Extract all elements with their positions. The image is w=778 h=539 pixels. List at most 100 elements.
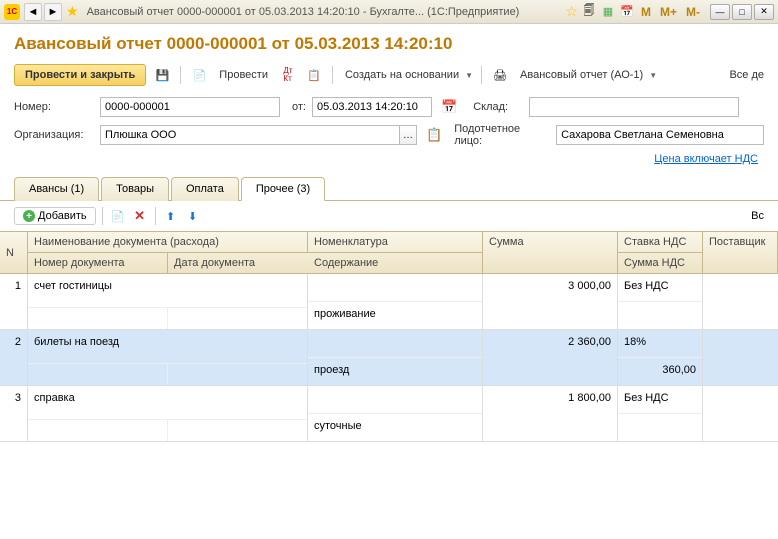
tab-advances[interactable]: Авансы (1): [14, 177, 99, 201]
cell-doc-date[interactable]: [168, 364, 308, 385]
grid-header: N Наименование документа (расхода) Номер…: [0, 232, 778, 274]
m-minus-button[interactable]: M-: [683, 5, 703, 19]
app-icon: 1C: [4, 4, 20, 20]
col-n[interactable]: N: [0, 232, 28, 274]
date-label: от:: [286, 101, 306, 113]
col-supplier[interactable]: Поставщик: [703, 232, 778, 274]
titlebar: 1C ◄ ► ★ Авансовый отчет 0000-000001 от …: [0, 0, 778, 24]
form-row-2: Организация: … 📋 Подотчетное лицо:: [0, 120, 778, 150]
number-input[interactable]: [100, 97, 280, 117]
col-vat-sum[interactable]: Сумма НДС: [618, 253, 702, 274]
cell-vat-rate[interactable]: Без НДС: [618, 386, 702, 414]
cell-vat-rate[interactable]: Без НДС: [618, 274, 702, 302]
copy-row-icon[interactable]: 📄: [109, 207, 127, 225]
save-icon[interactable]: 💾: [152, 65, 172, 85]
tab-other[interactable]: Прочее (3): [241, 177, 325, 201]
table-row[interactable]: 2 билеты на поезд проезд 2 360,00 18% 36…: [0, 330, 778, 386]
form-row-3: Цена включает НДС: [0, 150, 778, 168]
cell-doc-num[interactable]: [28, 364, 168, 385]
cell-vat-sum[interactable]: 360,00: [618, 358, 702, 385]
cell-vat-sum[interactable]: [618, 302, 702, 329]
cell-content[interactable]: суточные: [308, 414, 482, 441]
cell-doc-name[interactable]: билеты на поезд: [28, 330, 307, 364]
tool-icon-2[interactable]: ▦: [600, 4, 616, 20]
cell-doc-num[interactable]: [28, 308, 168, 329]
vat-link[interactable]: Цена включает НДС: [654, 153, 764, 165]
nav-back-button[interactable]: ◄: [24, 3, 42, 21]
m-button[interactable]: M: [638, 5, 654, 19]
cell-sum[interactable]: 3 000,00: [483, 274, 618, 329]
date-input[interactable]: [312, 97, 432, 117]
cell-nomen[interactable]: [308, 274, 482, 302]
page-title: Авансовый отчет 0000-000001 от 05.03.201…: [14, 34, 764, 54]
calendar-picker-icon[interactable]: 📅: [441, 99, 457, 115]
create-base-dropdown[interactable]: Создать на основании ▼: [341, 66, 473, 84]
cell-nomen[interactable]: [308, 386, 482, 414]
cell-nomen[interactable]: [308, 330, 482, 358]
dropdown-icon: ▼: [465, 71, 473, 80]
cell-content[interactable]: проезд: [308, 358, 482, 385]
table-row[interactable]: 1 счет гостиницы проживание 3 000,00 Без…: [0, 274, 778, 330]
cell-n: 2: [0, 330, 28, 385]
form-row-1: Номер: от: 📅 Склад:: [0, 94, 778, 120]
cell-supplier[interactable]: [703, 330, 778, 385]
document-header: Авансовый отчет 0000-000001 от 05.03.201…: [0, 24, 778, 60]
post-icon[interactable]: 📄: [189, 65, 209, 85]
m-plus-button[interactable]: M+: [657, 5, 680, 19]
nav-buttons: ◄ ►: [24, 3, 62, 21]
tab-goods[interactable]: Товары: [101, 177, 169, 201]
person-input[interactable]: [556, 125, 764, 145]
minimize-button[interactable]: —: [710, 4, 730, 20]
cell-content[interactable]: проживание: [308, 302, 482, 329]
col-doc-num[interactable]: Номер документа: [28, 253, 168, 274]
dt-kt-icon[interactable]: ДтКт: [278, 65, 298, 85]
org-open-icon[interactable]: 📋: [426, 127, 442, 143]
col-doc-date[interactable]: Дата документа: [168, 253, 308, 274]
table-row[interactable]: 3 справка суточные 1 800,00 Без НДС: [0, 386, 778, 442]
close-button[interactable]: ✕: [754, 4, 774, 20]
col-nomen[interactable]: Номенклатура: [308, 232, 482, 253]
org-input[interactable]: [100, 125, 400, 145]
stock-input[interactable]: [529, 97, 739, 117]
cell-supplier[interactable]: [703, 386, 778, 441]
favorite-icon[interactable]: ☆: [565, 3, 578, 20]
clipboard-icon[interactable]: 📋: [304, 65, 324, 85]
add-button[interactable]: + Добавить: [14, 207, 96, 225]
cell-doc-date[interactable]: [168, 420, 308, 441]
calendar-icon[interactable]: 📅: [619, 4, 635, 20]
cell-doc-name[interactable]: справка: [28, 386, 307, 420]
tool-icon-1[interactable]: 🗐: [581, 4, 597, 20]
titlebar-tools: ☆ 🗐 ▦ 📅 M M+ M- — □ ✕: [565, 3, 774, 20]
cell-vat-rate[interactable]: 18%: [618, 330, 702, 358]
delete-row-icon[interactable]: ✕: [131, 207, 149, 225]
table-all-link[interactable]: Вс: [751, 210, 764, 222]
cell-sum[interactable]: 1 800,00: [483, 386, 618, 441]
cell-doc-name[interactable]: счет гостиницы: [28, 274, 307, 308]
star-icon[interactable]: ★: [66, 3, 79, 20]
nav-fwd-button[interactable]: ►: [44, 3, 62, 21]
cell-doc-num[interactable]: [28, 420, 168, 441]
move-up-icon[interactable]: ⬆: [162, 207, 180, 225]
cell-n: 1: [0, 274, 28, 329]
col-doc-name[interactable]: Наименование документа (расхода): [28, 232, 308, 253]
tabs: Авансы (1) Товары Оплата Прочее (3): [0, 168, 778, 201]
cell-supplier[interactable]: [703, 274, 778, 329]
maximize-button[interactable]: □: [732, 4, 752, 20]
cell-vat-sum[interactable]: [618, 414, 702, 441]
grid-body: 1 счет гостиницы проживание 3 000,00 Без…: [0, 274, 778, 442]
cell-sum[interactable]: 2 360,00: [483, 330, 618, 385]
org-select-button[interactable]: …: [399, 125, 417, 145]
dropdown-icon: ▼: [649, 71, 657, 80]
person-label: Подотчетное лицо:: [454, 123, 550, 147]
cell-doc-date[interactable]: [168, 308, 308, 329]
all-actions-link[interactable]: Все де: [729, 69, 764, 81]
save-close-button[interactable]: Провести и закрыть: [14, 64, 146, 86]
col-sum[interactable]: Сумма: [483, 232, 618, 274]
print-dropdown[interactable]: Авансовый отчет (АО-1) ▼: [516, 66, 657, 84]
col-content[interactable]: Содержание: [308, 253, 482, 274]
move-down-icon[interactable]: ⬇: [184, 207, 202, 225]
tab-payment[interactable]: Оплата: [171, 177, 239, 201]
printer-icon[interactable]: 🖨: [490, 65, 510, 85]
post-button[interactable]: Провести: [215, 66, 272, 84]
col-vat-rate[interactable]: Ставка НДС: [618, 232, 702, 253]
